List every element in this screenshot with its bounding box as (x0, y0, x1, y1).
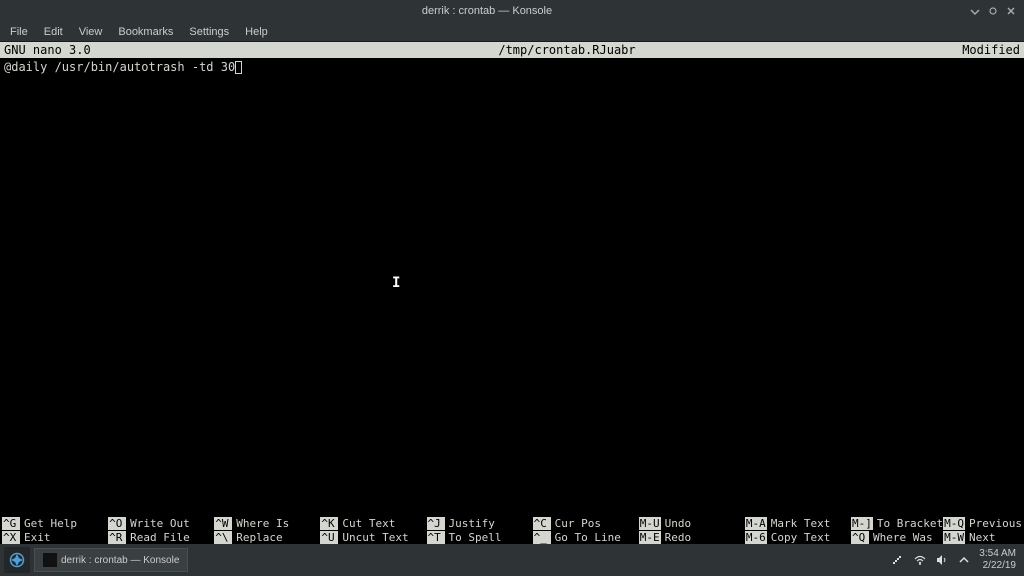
editor-area[interactable]: @daily /usr/bin/autotrash -td 30 I (0, 58, 1024, 516)
clock-date: 2/22/19 (979, 560, 1016, 572)
shortcut-key: ^G (2, 517, 20, 530)
shortcut-label: To Bracket (877, 517, 943, 530)
minimize-button[interactable] (968, 4, 982, 18)
shortcut-label: Replace (236, 531, 282, 544)
shortcut-label: Copy Text (771, 531, 831, 544)
shortcut-to-bracket: M-] To Bracket (851, 516, 943, 530)
nano-status: Modified (934, 42, 1024, 58)
shortcut-key: M-Q (943, 517, 965, 530)
shortcut-label: Where Is (236, 517, 289, 530)
volume-icon[interactable] (935, 553, 949, 567)
window-titlebar: derrik : crontab — Konsole (0, 0, 1024, 22)
shortcut-key: M-6 (745, 531, 767, 544)
shortcut-where-is: ^W Where Is (214, 516, 320, 530)
system-tray: 3:54 AM 2/22/19 (891, 548, 1020, 572)
shortcut-label: Cur Pos (555, 517, 601, 530)
shortcut-key: M-E (639, 531, 661, 544)
menubar: File Edit View Bookmarks Settings Help (0, 22, 1024, 42)
shortcut-label: Read File (130, 531, 190, 544)
shortcut-label: Mark Text (771, 517, 831, 530)
shortcut-get-help: ^G Get Help (2, 516, 108, 530)
shortcut-previous: M-Q Previous (943, 516, 1022, 530)
shortcut-to-spell: ^T To Spell (427, 530, 533, 544)
taskbar: derrik : crontab — Konsole 3:54 AM 2/22/… (0, 544, 1024, 576)
shortcut-copy-text: M-6 Copy Text (745, 530, 851, 544)
shortcut-cur-pos: ^C Cur Pos (533, 516, 639, 530)
taskbar-item-label: derrik : crontab — Konsole (61, 555, 179, 566)
shortcut-mark-text: M-A Mark Text (745, 516, 851, 530)
shortcut-key: ^O (108, 517, 126, 530)
shortcut-uncut-text: ^U Uncut Text (320, 530, 426, 544)
shortcut-label: Write Out (130, 517, 190, 530)
shortcut-redo: M-E Redo (639, 530, 745, 544)
shortcut-cut-text: ^K Cut Text (320, 516, 426, 530)
shortcut-key: ^Q (851, 531, 869, 544)
mouse-ibeam-cursor: I (392, 276, 400, 290)
menu-view[interactable]: View (73, 24, 109, 40)
nano-filename: /tmp/crontab.RJuabr (200, 42, 934, 58)
network-icon[interactable] (891, 553, 905, 567)
shortcut-key: M-A (745, 517, 767, 530)
shortcut-where-was: ^Q Where Was (851, 530, 943, 544)
window-controls (968, 4, 1018, 18)
konsole-icon (43, 553, 57, 567)
shortcut-key: ^U (320, 531, 338, 544)
shortcut-key: ^T (427, 531, 445, 544)
shortcut-key: M-U (639, 517, 661, 530)
shortcut-justify: ^J Justify (427, 516, 533, 530)
text-cursor (235, 61, 242, 74)
shortcut-label: To Spell (449, 531, 502, 544)
shortcut-key: ^W (214, 517, 232, 530)
shortcut-exit: ^X Exit (2, 530, 108, 544)
close-button[interactable] (1004, 4, 1018, 18)
shortcut-read-file: ^R Read File (108, 530, 214, 544)
shortcut-go-to-line: ^_ Go To Line (533, 530, 639, 544)
shortcut-label: Exit (24, 531, 51, 544)
shortcut-key: M-W (943, 531, 965, 544)
shortcut-label: Redo (665, 531, 692, 544)
chevron-up-icon[interactable] (957, 553, 971, 567)
shortcut-label: Next (969, 531, 996, 544)
shortcut-next: M-W Next (943, 530, 1022, 544)
shortcut-replace: ^\ Replace (214, 530, 320, 544)
menu-file[interactable]: File (4, 24, 34, 40)
shortcut-label: Where Was (873, 531, 933, 544)
shortcut-key: ^\ (214, 531, 232, 544)
shortcut-label: Go To Line (555, 531, 621, 544)
menu-bookmarks[interactable]: Bookmarks (112, 24, 179, 40)
clock-time: 3:54 AM (979, 548, 1016, 560)
shortcut-label: Undo (665, 517, 692, 530)
shortcut-label: Get Help (24, 517, 77, 530)
taskbar-item-konsole[interactable]: derrik : crontab — Konsole (34, 548, 188, 572)
shortcut-write-out: ^O Write Out (108, 516, 214, 530)
shortcut-label: Uncut Text (342, 531, 408, 544)
menu-help[interactable]: Help (239, 24, 274, 40)
menu-edit[interactable]: Edit (38, 24, 69, 40)
shortcut-undo: M-U Undo (639, 516, 745, 530)
window-title: derrik : crontab — Konsole (6, 5, 968, 17)
shortcut-key: M-] (851, 517, 873, 530)
nano-header: GNU nano 3.0 /tmp/crontab.RJuabr Modifie… (0, 42, 1024, 58)
wifi-icon[interactable] (913, 553, 927, 567)
shortcut-key: ^C (533, 517, 551, 530)
nano-shortcut-bar: ^G Get Help ^X Exit ^O Write Out ^R Read File ^W… (0, 516, 1024, 544)
shortcut-label: Cut Text (342, 517, 395, 530)
shortcut-key: ^_ (533, 531, 551, 544)
shortcut-key: ^R (108, 531, 126, 544)
shortcut-key: ^J (427, 517, 445, 530)
taskbar-clock[interactable]: 3:54 AM 2/22/19 (979, 548, 1020, 572)
maximize-button[interactable] (986, 4, 1000, 18)
shortcut-key: ^K (320, 517, 338, 530)
start-button[interactable] (4, 547, 30, 573)
shortcut-label: Previous (969, 517, 1022, 530)
shortcut-key: ^X (2, 531, 20, 544)
editor-content: @daily /usr/bin/autotrash -td 30 (4, 60, 235, 74)
shortcut-label: Justify (449, 517, 495, 530)
nano-version: GNU nano 3.0 (0, 42, 200, 58)
menu-settings[interactable]: Settings (183, 24, 235, 40)
